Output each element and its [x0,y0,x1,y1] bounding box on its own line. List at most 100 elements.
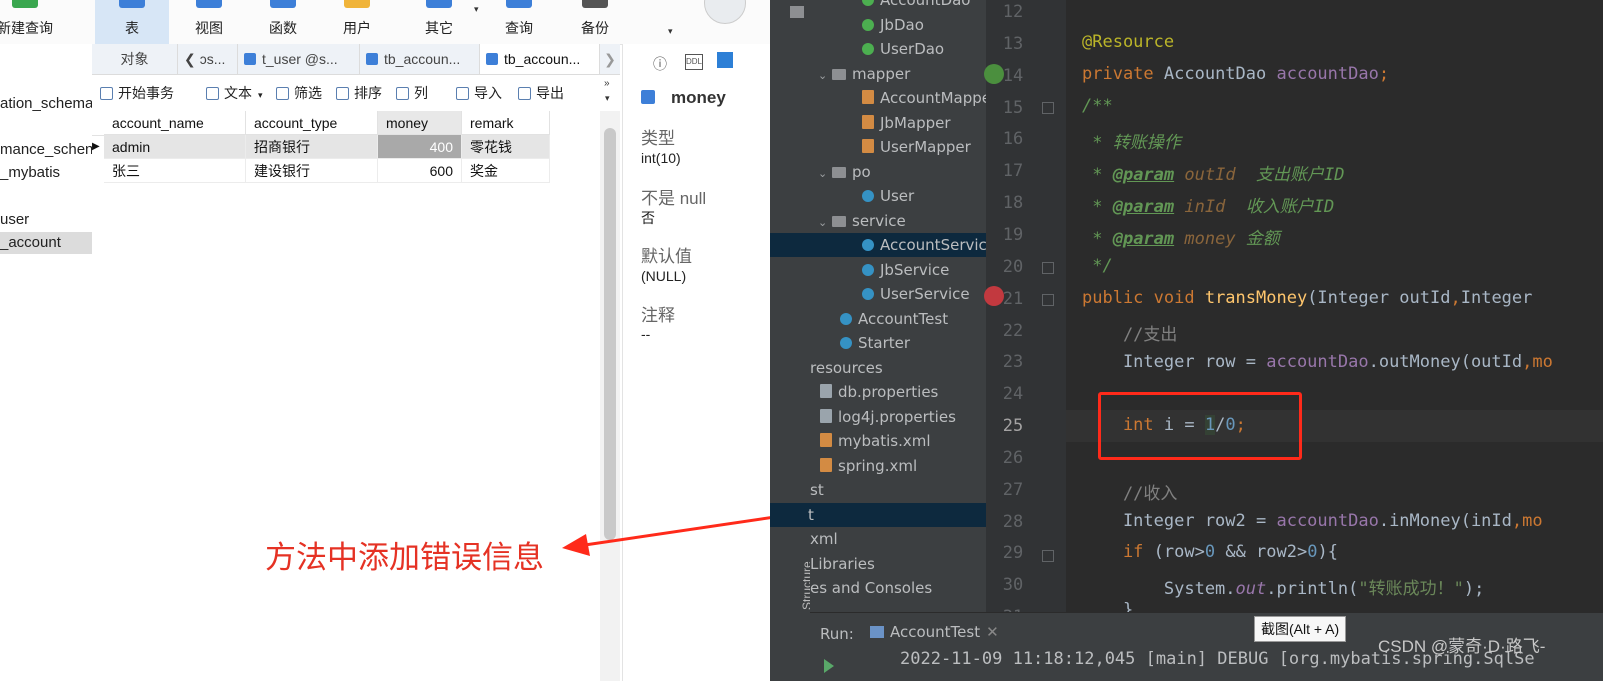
line-number: 15 [1002,97,1024,118]
tree-item[interactable]: Libraries [810,552,986,576]
code-line-29: if (row>0 && row2>0){ [1082,542,1338,562]
line-number: 27 [1002,479,1024,500]
close-icon[interactable]: ✕ [986,623,999,641]
code-token: ,mo [1511,511,1543,531]
tree-item[interactable]: ⌄ mapper [810,62,986,86]
code-token: .outMoney(outId [1368,352,1523,372]
line-gutter: 1213141516171819202122232425262728293031 [984,0,1066,627]
tree-item[interactable]: t [770,502,986,527]
code-token: * 转账操作 [1082,133,1181,153]
tree-item-label: spring.xml [838,456,918,475]
class-icon [862,190,874,202]
fold-icon[interactable] [1042,294,1054,306]
tree-item-label: po [852,162,871,181]
tree-item[interactable]: User [810,184,986,208]
line-number: 18 [1002,193,1024,214]
tree-item-label: User [880,187,915,205]
tree-item-label: xml [810,530,838,548]
code-token: "转账成功！" [1358,579,1464,599]
code-line-13: @Resource [1082,32,1174,52]
tree-item[interactable]: resources [810,356,986,380]
code-token: @param [1112,197,1175,217]
interface-icon [862,0,874,6]
tree-item-label: log4j.properties [838,407,956,426]
tree-item[interactable]: AccountService [770,233,996,257]
code-editor[interactable]: @Resource private AccountDao accountDao;… [1066,0,1603,620]
tree-item[interactable]: spring.xml [810,454,986,478]
code-token: 金额 [1235,229,1280,249]
tree-item[interactable]: Starter [810,331,986,355]
tree-item-label: mybatis.xml [838,432,931,450]
tree-item[interactable]: JbMapper [810,111,986,135]
tree-item-label: resources [810,358,883,377]
code-token: out [1235,579,1267,599]
code-token: public void [1082,288,1205,308]
code-line-16: * 转账操作 [1082,128,1181,153]
tree-item[interactable]: db.properties [810,380,986,404]
tree-item-label: db.properties [838,383,939,401]
tree-item[interactable]: AccountTest [810,307,986,331]
tree-item[interactable]: mybatis.xml [810,429,986,453]
tree-item[interactable]: xml [810,527,986,551]
ide-window: Structure AccountDao JbDao UserDao ⌄ mapper A… [770,0,1603,681]
code-token: inId [1174,197,1226,217]
code-token: outId [1174,165,1236,185]
interface-icon [862,18,874,31]
tree-item-label: AccountDao [880,0,971,9]
tree-item[interactable]: ⌄ service [810,209,986,233]
tree-item[interactable]: JbService [810,258,986,282]
tree-item[interactable]: es and Consoles [810,576,986,600]
xml-file-icon [862,90,874,104]
tree-item[interactable]: log4j.properties [810,405,986,429]
tree-item[interactable]: UserMapper [810,135,986,159]
code-token: /** [1082,96,1113,116]
code-token: .inMoney(inId [1378,511,1512,531]
code-token: .println( [1266,579,1359,599]
code-token: && row2> [1215,542,1308,562]
project-folder-icon[interactable] [790,6,804,18]
run-tab[interactable]: AccountTest ✕ [870,623,999,641]
xml-file-icon [862,139,874,153]
code-token: 0 [1307,542,1318,562]
fold-icon[interactable] [1042,550,1054,562]
tree-item-label: Libraries [810,554,875,573]
class-icon [862,288,874,300]
tree-item-label: JbDao [880,15,924,34]
line-number: 12 [1002,2,1024,22]
code-line-22: //支出 [1082,320,1177,345]
code-line-20: */ [1082,256,1112,276]
code-token: , [1450,288,1461,308]
line-number: 22 [1002,320,1024,341]
tree-item[interactable]: UserService [810,282,986,306]
properties-file-icon [820,384,832,398]
chevron-down-icon[interactable]: ⌄ [818,211,828,235]
tree-item[interactable]: UserDao [810,37,986,61]
xml-file-icon [862,114,874,129]
line-number: 20 [1002,256,1024,277]
chevron-down-icon[interactable]: ⌄ [818,64,828,88]
tree-item[interactable]: JbDao [810,13,986,37]
code-line-19: * @param money 金额 [1082,224,1280,249]
tree-item[interactable]: AccountDao [810,0,986,12]
code-token: ,mo [1522,352,1553,372]
code-token: * [1082,165,1113,185]
tree-item[interactable]: st [810,478,986,502]
tree-item-label: JbService [880,260,950,279]
tree-item[interactable]: AccountMapper [810,86,997,110]
watermark: CSDN @蒙奇·D·路飞- [1378,637,1546,656]
tree-item-label: t [808,505,814,524]
rerun-icon[interactable] [824,659,834,673]
fold-icon[interactable] [1042,262,1054,274]
run-tab-label: AccountTest [890,623,981,641]
properties-file-icon [820,408,832,423]
code-token: accountDao [1276,64,1379,84]
chevron-down-icon[interactable]: ⌄ [818,162,828,186]
project-tree: AccountDao JbDao UserDao ⌄ mapper AccountMapp… [770,0,997,612]
ide-side-strip: Structure [770,0,814,681]
tree-item[interactable]: ⌄ po [810,160,986,184]
fold-icon[interactable] [1042,102,1054,114]
code-line-15: /** [1082,96,1113,116]
code-token: ); [1463,579,1485,599]
code-line-30: System.out.println("转账成功！"); [1082,574,1484,599]
code-line-18: * @param inId 收入账户ID [1082,192,1334,217]
